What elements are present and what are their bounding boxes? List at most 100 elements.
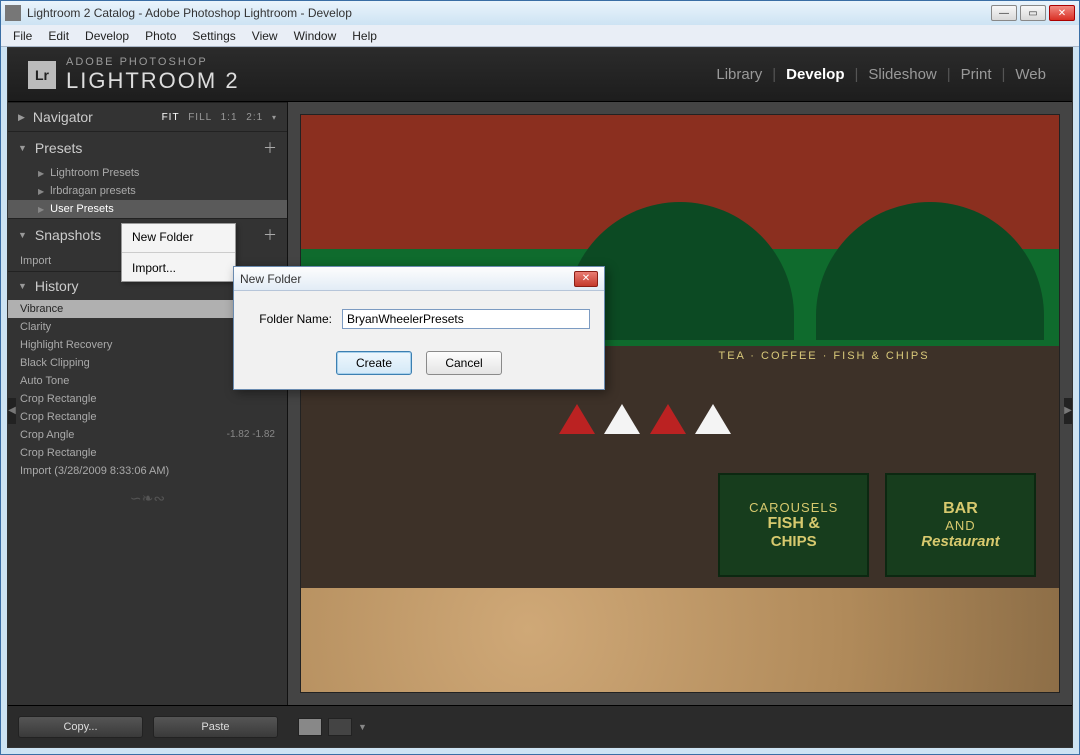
menu-file[interactable]: File bbox=[5, 27, 40, 45]
before-after-button[interactable] bbox=[328, 718, 352, 736]
menu-view[interactable]: View bbox=[244, 27, 286, 45]
history-item[interactable]: Crop Rectangle bbox=[8, 390, 287, 408]
window-buttons: — ▭ ✕ bbox=[991, 5, 1075, 21]
preset-folder[interactable]: ▶lrbdragan presets bbox=[8, 182, 287, 200]
left-panel-handle[interactable]: ◀ bbox=[8, 398, 16, 424]
window-frame: Lightroom 2 Catalog - Adobe Photoshop Li… bbox=[0, 0, 1080, 755]
history-item[interactable]: Import (3/28/2009 8:33:06 AM) bbox=[8, 462, 287, 480]
chevron-right-icon: ▶ bbox=[38, 205, 44, 214]
history-item-name: Auto Tone bbox=[20, 375, 69, 387]
menu-edit[interactable]: Edit bbox=[40, 27, 77, 45]
chevron-down-icon[interactable]: ▼ bbox=[358, 722, 367, 732]
app-icon bbox=[5, 5, 21, 21]
nav-print[interactable]: Print bbox=[955, 66, 998, 83]
history-item-name: Clarity bbox=[20, 321, 51, 333]
cancel-button[interactable]: Cancel bbox=[426, 351, 502, 375]
history-item[interactable]: Crop Angle-1.82 -1.82 bbox=[8, 426, 287, 444]
history-item[interactable]: Crop Rectangle bbox=[8, 408, 287, 426]
dialog-title: New Folder bbox=[240, 272, 574, 286]
lr-header: Lr ADOBE PHOTOSHOP LIGHTROOM 2 Library| … bbox=[8, 48, 1072, 102]
history-item-name: Crop Rectangle bbox=[20, 393, 96, 405]
lr-body: ▶ Navigator FIT FILL 1:1 2:1 ▾ ▼ bbox=[8, 102, 1072, 705]
dialog-buttons: Create Cancel bbox=[248, 351, 590, 375]
history-item[interactable]: Crop Rectangle bbox=[8, 444, 287, 462]
chevron-down-icon[interactable]: ▾ bbox=[272, 113, 277, 122]
history-item-name: Import (3/28/2009 8:33:06 AM) bbox=[20, 465, 169, 477]
chevron-down-icon: ▼ bbox=[18, 230, 27, 240]
loupe-view-button[interactable] bbox=[298, 718, 322, 736]
nav-library[interactable]: Library bbox=[710, 66, 768, 83]
ctx-import[interactable]: Import... bbox=[122, 255, 235, 281]
preset-folder-selected[interactable]: ▶User Presets bbox=[8, 200, 287, 218]
dialog-body: Folder Name: Create Cancel bbox=[234, 291, 604, 389]
menu-develop[interactable]: Develop bbox=[77, 27, 137, 45]
umbrella-icon bbox=[695, 404, 731, 434]
presets-header[interactable]: ▼ Presets ＋ bbox=[8, 132, 287, 164]
window-title: Lightroom 2 Catalog - Adobe Photoshop Li… bbox=[27, 6, 991, 20]
paste-button[interactable]: Paste bbox=[153, 716, 278, 738]
add-snapshot-button[interactable]: ＋ bbox=[263, 225, 277, 245]
titlebar[interactable]: Lightroom 2 Catalog - Adobe Photoshop Li… bbox=[1, 1, 1079, 25]
minimize-button[interactable]: — bbox=[991, 5, 1017, 21]
menu-separator bbox=[122, 252, 235, 253]
footer-toolbar: ▼ bbox=[288, 706, 1072, 747]
nav-web[interactable]: Web bbox=[1009, 66, 1052, 83]
menubar: File Edit Develop Photo Settings View Wi… bbox=[1, 25, 1079, 47]
nav-slideshow[interactable]: Slideshow bbox=[862, 66, 942, 83]
menu-photo[interactable]: Photo bbox=[137, 27, 184, 45]
ctx-new-folder[interactable]: New Folder bbox=[122, 224, 235, 250]
nav-1to1[interactable]: 1:1 bbox=[221, 112, 238, 123]
history-item-name: Highlight Recovery bbox=[20, 339, 112, 351]
ornament-icon: ∽❧∾ bbox=[8, 480, 287, 517]
folder-name-row: Folder Name: bbox=[248, 309, 590, 329]
photo-canvas[interactable]: TEA · COFFEE · FISH & CHIPS CAROUSELS FI… bbox=[300, 114, 1060, 693]
presets-label: Presets bbox=[35, 140, 82, 156]
menu-settings[interactable]: Settings bbox=[184, 27, 243, 45]
history-item-name: Crop Rectangle bbox=[20, 447, 96, 459]
chevron-right-icon: ▶ bbox=[18, 112, 25, 123]
preset-folder[interactable]: ▶Lightroom Presets bbox=[8, 164, 287, 182]
menu-help[interactable]: Help bbox=[344, 27, 385, 45]
add-preset-button[interactable]: ＋ bbox=[263, 138, 277, 158]
nav-2to1[interactable]: 2:1 bbox=[246, 112, 263, 123]
close-button[interactable]: ✕ bbox=[1049, 5, 1075, 21]
nav-fit[interactable]: FIT bbox=[162, 112, 180, 123]
menu-window[interactable]: Window bbox=[286, 27, 345, 45]
context-menu: New Folder Import... bbox=[121, 223, 236, 282]
nav-fill[interactable]: FILL bbox=[188, 112, 212, 123]
folder-name-label: Folder Name: bbox=[248, 312, 332, 326]
left-panel: ▶ Navigator FIT FILL 1:1 2:1 ▾ ▼ bbox=[8, 102, 288, 705]
dialog-titlebar[interactable]: New Folder ✕ bbox=[234, 267, 604, 291]
copy-button[interactable]: Copy... bbox=[18, 716, 143, 738]
nav-develop[interactable]: Develop bbox=[780, 66, 850, 83]
umbrella-icon bbox=[604, 404, 640, 434]
folder-name-input[interactable] bbox=[342, 309, 590, 329]
module-nav: Library| Develop| Slideshow| Print| Web bbox=[710, 66, 1052, 83]
history-item-name: Vibrance bbox=[20, 303, 63, 315]
lr-logo-icon: Lr bbox=[28, 61, 56, 89]
history-item-value: -1.82 -1.82 bbox=[227, 429, 275, 441]
snapshots-label: Snapshots bbox=[35, 227, 101, 243]
navigator-label: Navigator bbox=[33, 109, 93, 125]
photo-ground bbox=[301, 588, 1059, 692]
navigator-panel: ▶ Navigator FIT FILL 1:1 2:1 ▾ bbox=[8, 102, 287, 131]
presets-panel: ▼ Presets ＋ ▶Lightroom Presets ▶lrbdraga… bbox=[8, 131, 287, 218]
lr-footer: Copy... Paste ▼ bbox=[8, 705, 1072, 747]
chevron-down-icon: ▼ bbox=[18, 143, 27, 153]
history-item-name: Crop Rectangle bbox=[20, 411, 96, 423]
chevron-right-icon: ▶ bbox=[38, 169, 44, 178]
navigator-header[interactable]: ▶ Navigator FIT FILL 1:1 2:1 ▾ bbox=[8, 103, 287, 131]
history-item-name: Black Clipping bbox=[20, 357, 90, 369]
maximize-button[interactable]: ▭ bbox=[1020, 5, 1046, 21]
right-panel-handle[interactable]: ▶ bbox=[1064, 398, 1072, 424]
dialog-close-button[interactable]: ✕ bbox=[574, 271, 598, 287]
history-label: History bbox=[35, 278, 79, 294]
umbrella-icon bbox=[559, 404, 595, 434]
footer-left: Copy... Paste bbox=[8, 706, 288, 747]
brand-small: ADOBE PHOTOSHOP bbox=[66, 56, 240, 68]
create-button[interactable]: Create bbox=[336, 351, 412, 375]
navigator-zoom-opts: FIT FILL 1:1 2:1 ▾ bbox=[157, 112, 277, 123]
chevron-down-icon: ▼ bbox=[18, 281, 27, 291]
lr-brand: ADOBE PHOTOSHOP LIGHTROOM 2 bbox=[66, 56, 240, 94]
new-folder-dialog: New Folder ✕ Folder Name: Create Cancel bbox=[233, 266, 605, 390]
